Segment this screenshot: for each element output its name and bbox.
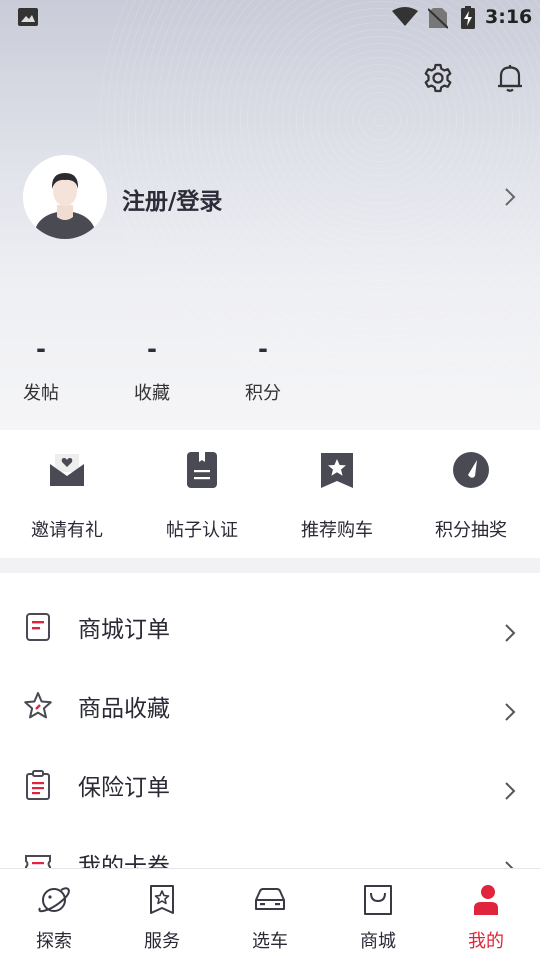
order-doc-icon [26, 613, 50, 641]
no-sim-icon [428, 8, 448, 29]
stat-points[interactable]: - 积分 [223, 335, 303, 405]
quick-actions-panel: 邀请有礼 帖子认证 推荐购车 积分抽奖 [0, 430, 540, 558]
coupon-icon [25, 855, 51, 869]
quick-action-label: 积分抽奖 [435, 520, 507, 541]
nav-tab-label: 商城 [360, 931, 396, 952]
explore-planet-icon [38, 887, 70, 913]
star-icon [24, 692, 52, 719]
lottery-dial-icon [453, 452, 489, 488]
stat-label: 积分 [245, 383, 281, 404]
chevron-right-icon [505, 703, 516, 721]
menu-item-label: 我的卡券 [78, 854, 170, 869]
nav-tab-mine[interactable]: 我的 [432, 883, 540, 953]
wifi-icon [392, 7, 418, 26]
menu-item-label: 商品收藏 [78, 696, 170, 722]
shopping-bag-icon [364, 885, 392, 915]
bottom-navigation: 探索 服务 选车 商城 我的 [0, 868, 540, 960]
quick-action-invite[interactable]: 邀请有礼 [0, 450, 134, 542]
default-avatar-icon [23, 155, 107, 239]
menu-item-product-favorites[interactable]: 商品收藏 [0, 668, 540, 747]
stat-label: 收藏 [134, 383, 170, 404]
chevron-right-icon[interactable] [503, 186, 517, 208]
quick-action-label: 帖子认证 [166, 520, 238, 541]
menu-item-label: 保险订单 [78, 775, 170, 801]
quick-action-refer-purchase[interactable]: 推荐购车 [270, 450, 404, 542]
car-icon [255, 888, 285, 910]
nav-tab-choose-car[interactable]: 选车 [216, 883, 324, 953]
nav-tab-service[interactable]: 服务 [108, 883, 216, 953]
notification-bell-icon[interactable] [494, 62, 526, 94]
menu-item-my-coupons[interactable]: 我的卡券 [0, 826, 540, 869]
gallery-notification-icon [18, 8, 38, 26]
quick-action-label: 邀请有礼 [31, 520, 103, 541]
clipboard-icon [26, 770, 50, 800]
menu-item-insurance-orders[interactable]: 保险订单 [0, 747, 540, 826]
profile-person-icon [474, 885, 498, 915]
nav-tab-mall[interactable]: 商城 [324, 883, 432, 953]
stat-value: - [258, 335, 268, 363]
menu-item-label: 商城订单 [78, 617, 170, 643]
avatar[interactable] [23, 155, 107, 239]
post-document-icon [187, 452, 217, 488]
stat-label: 发帖 [23, 383, 59, 404]
clock: 3:16 [485, 6, 533, 28]
stat-posts[interactable]: - 发帖 [1, 335, 81, 405]
quick-action-post-verify[interactable]: 帖子认证 [135, 450, 269, 542]
battery-charging-icon [461, 6, 475, 29]
stat-value: - [147, 335, 157, 363]
bookmark-star-icon [321, 453, 353, 488]
quick-action-points-lottery[interactable]: 积分抽奖 [404, 450, 538, 542]
invite-envelope-icon [50, 454, 84, 486]
settings-gear-icon[interactable] [422, 62, 454, 94]
chevron-right-icon [505, 782, 516, 800]
nav-tab-label: 服务 [144, 931, 180, 952]
nav-tab-label: 我的 [468, 931, 504, 952]
chevron-right-icon [505, 624, 516, 642]
login-register-link[interactable]: 注册/登录 [122, 182, 222, 216]
service-badge-icon [150, 885, 174, 914]
menu-list: 商城订单 商品收藏 保险订单 我的卡券 [0, 573, 540, 869]
nav-tab-label: 探索 [36, 931, 72, 952]
stat-favorites[interactable]: - 收藏 [112, 335, 192, 405]
stat-value: - [36, 335, 46, 363]
nav-tab-explore[interactable]: 探索 [0, 883, 108, 953]
nav-tab-label: 选车 [252, 931, 288, 952]
quick-action-label: 推荐购车 [301, 520, 373, 541]
menu-item-mall-orders[interactable]: 商城订单 [0, 589, 540, 668]
status-bar: 3:16 [0, 0, 540, 36]
